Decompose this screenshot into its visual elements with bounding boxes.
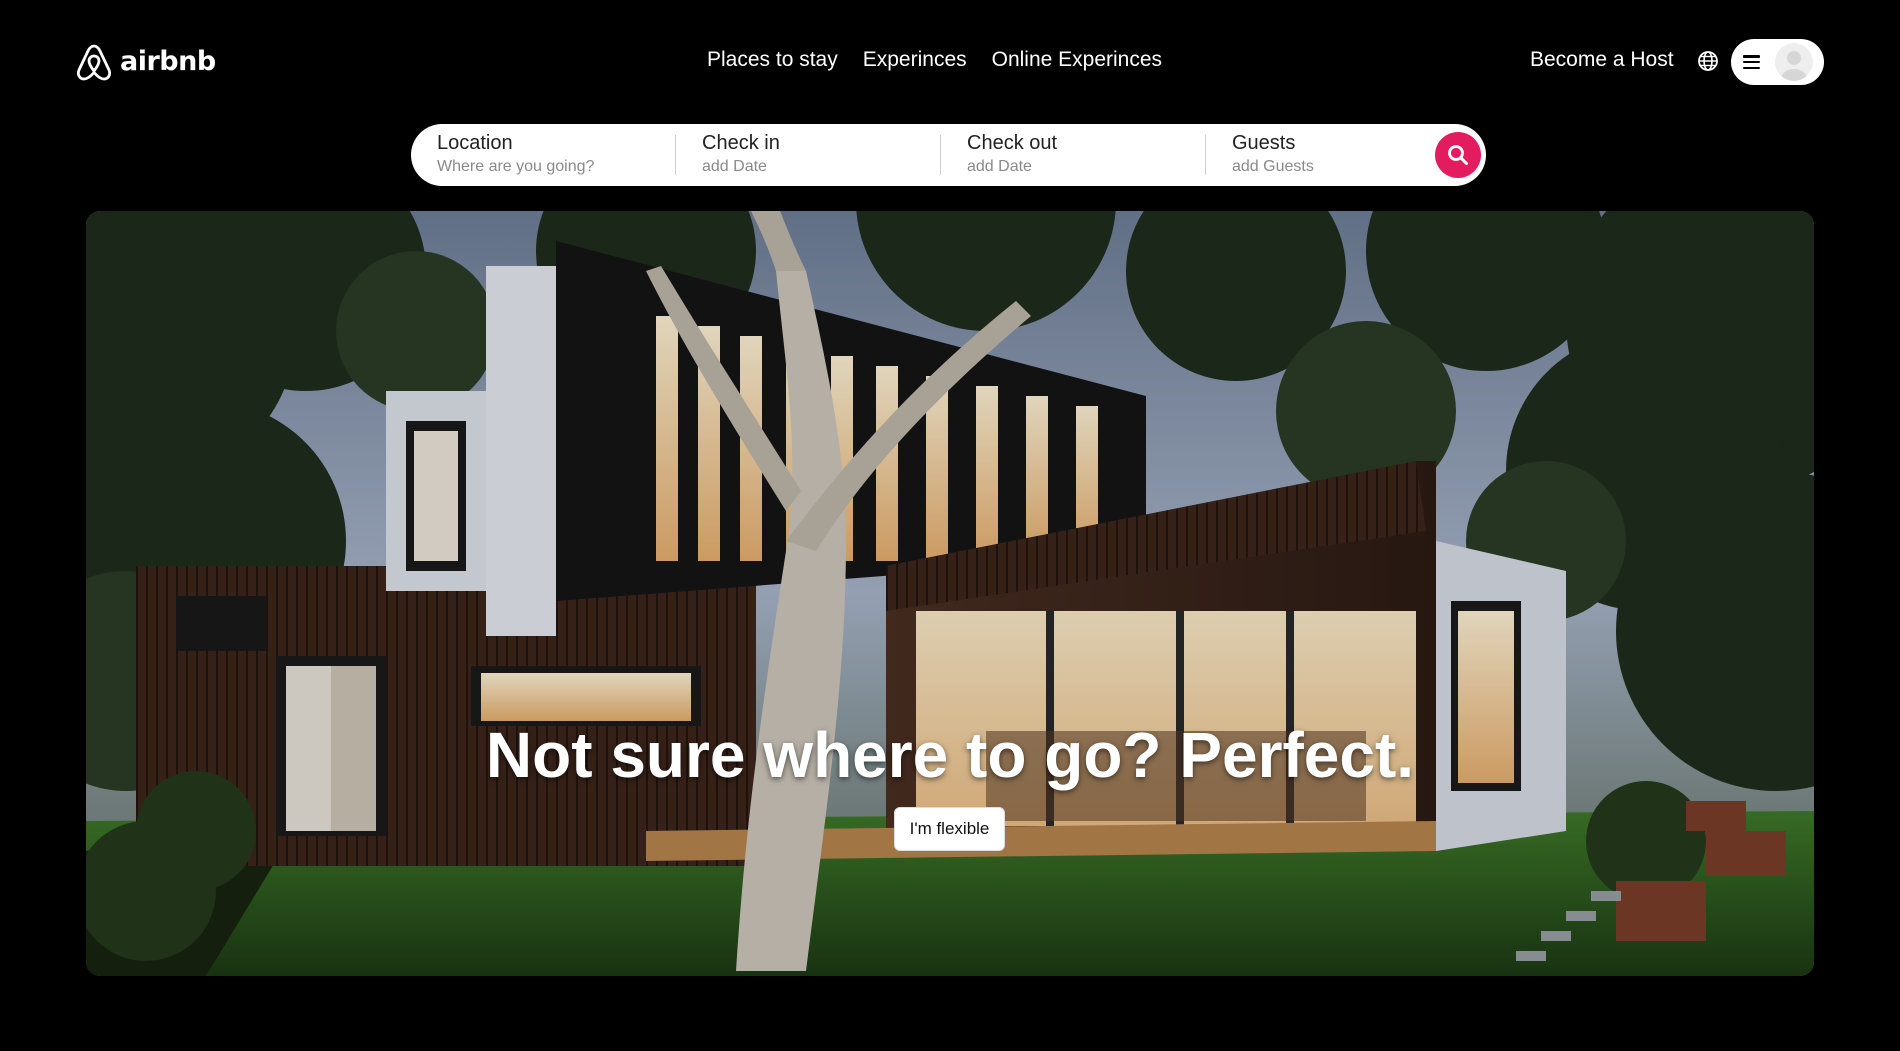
hero-title: Not sure where to go? Perfect.	[485, 719, 1415, 791]
hero-house-image	[86, 211, 1814, 976]
check-out-field[interactable]: Check out add Date	[941, 124, 1205, 186]
nav-online-experiences[interactable]: Online Experinces	[992, 48, 1162, 72]
hero-banner: Not sure where to go? Perfect. I'm flexi…	[86, 211, 1814, 976]
check-out-placeholder: add Date	[967, 158, 1032, 175]
user-menu-button[interactable]	[1731, 39, 1824, 85]
check-in-field[interactable]: Check in add Date	[676, 124, 940, 186]
search-bar: Location Where are you going? Check in a…	[411, 124, 1486, 186]
nav-experiences[interactable]: Experinces	[863, 48, 967, 72]
nav-places-to-stay[interactable]: Places to stay	[707, 48, 838, 72]
location-placeholder: Where are you going?	[437, 158, 595, 175]
main-nav: Places to stay Experinces Online Experin…	[707, 48, 1162, 72]
guests-field[interactable]: Guests add Guests	[1206, 124, 1470, 186]
location-field[interactable]: Location Where are you going?	[411, 124, 675, 186]
check-in-label: Check in	[702, 132, 780, 154]
check-out-label: Check out	[967, 132, 1058, 154]
airbnb-logo[interactable]: airbnb	[74, 40, 216, 82]
airbnb-logo-icon	[76, 44, 112, 81]
search-icon	[1448, 145, 1468, 165]
user-avatar-icon	[1775, 43, 1813, 81]
search-button[interactable]	[1435, 132, 1481, 178]
become-a-host-link[interactable]: Become a Host	[1530, 48, 1674, 72]
guests-placeholder: add Guests	[1232, 158, 1314, 175]
im-flexible-button[interactable]: I'm flexible	[894, 807, 1005, 851]
check-in-placeholder: add Date	[702, 158, 767, 175]
hamburger-menu-icon	[1743, 55, 1760, 69]
top-header: airbnb Places to stay Experinces Online …	[0, 0, 1900, 120]
globe-icon[interactable]	[1697, 50, 1719, 72]
logo-text: airbnb	[120, 45, 216, 77]
location-label: Location	[437, 132, 513, 154]
